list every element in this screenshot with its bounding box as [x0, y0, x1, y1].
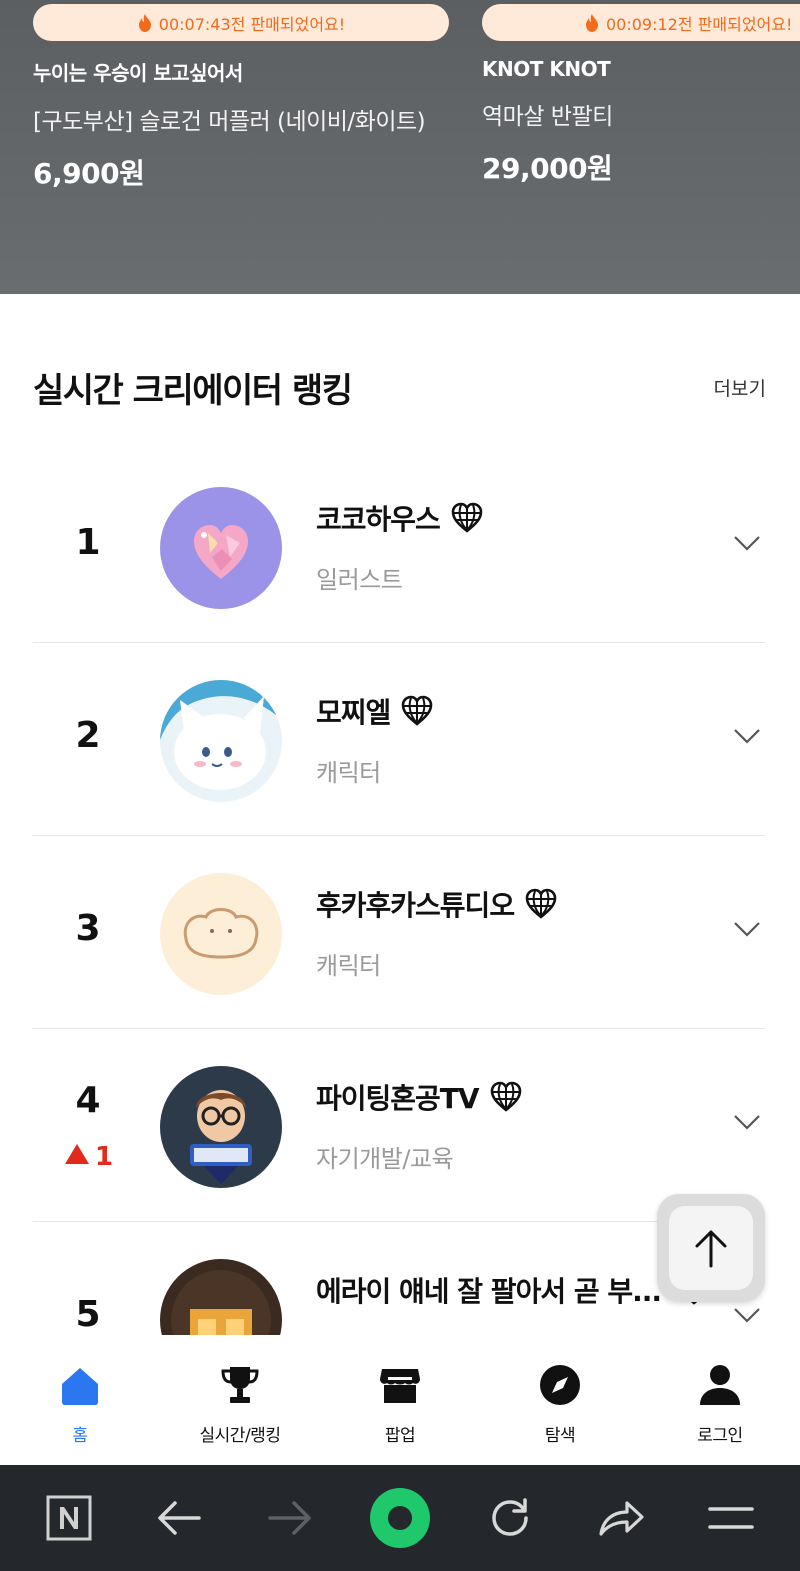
shop-name: KNOT KNOT [482, 57, 611, 81]
creator-ranking-list: 1 코코하우스 일러스트 2 모찌엘 캐릭터 3 후카후카스튜디오 캐릭터 4 … [33, 450, 765, 1335]
rank-up-icon [64, 1144, 89, 1164]
product-price: 6,900원 [33, 157, 145, 190]
tab-ranking[interactable]: 실시간/랭킹 [160, 1335, 320, 1465]
flame-icon [586, 13, 598, 32]
creator-category: 자기개발/교육 [316, 1145, 454, 1173]
naver-n-icon[interactable] [34, 1483, 104, 1553]
more-link[interactable]: 더보기 [714, 374, 766, 401]
rank-number: 4 [75, 1080, 101, 1121]
rank-number: 5 [75, 1294, 101, 1335]
rank-number: 1 [75, 522, 101, 563]
flame-icon [138, 13, 151, 32]
globe-heart-icon [451, 502, 483, 533]
creator-category: 캐릭터 [316, 952, 381, 980]
rank-number: 2 [75, 715, 101, 756]
creator-category: 일러스트 [316, 566, 403, 594]
tab-label: 실시간/랭킹 [199, 1426, 281, 1446]
avatar[interactable] [160, 680, 282, 802]
ranking-row[interactable]: 2 모찌엘 캐릭터 [33, 643, 765, 836]
creator-name: 코코하우스 [316, 503, 441, 536]
rank-change-badge: 1 [61, 1142, 117, 1172]
sold-time-badge: 00:09:12전 판매되었어요! [482, 4, 800, 41]
creator-name: 후카후카스튜디오 [316, 889, 515, 922]
product-card[interactable]: 00:07:43전 판매되었어요! 누이는 우승이 보고싶어서 [구도부산] 슬… [33, 4, 449, 192]
creator-name-wrap: 코코하우스 [316, 498, 484, 538]
tab-label: 홈 [72, 1426, 88, 1446]
back-icon[interactable] [144, 1483, 214, 1553]
globe-heart-icon [401, 695, 433, 726]
rank-change-value: 1 [94, 1142, 114, 1172]
arrow-up-icon [695, 1230, 727, 1268]
chevron-down-icon[interactable] [733, 1113, 761, 1131]
compass-icon [538, 1363, 582, 1407]
globe-heart-icon [525, 888, 557, 919]
creator-name-wrap: 에라이 얘네 잘 팔아서 곧 부... [316, 1270, 711, 1310]
avatar[interactable] [160, 1066, 282, 1188]
tab-explore[interactable]: 탐색 [480, 1335, 640, 1465]
creator-category: 캐릭터 [316, 759, 381, 787]
section-title: 실시간 크리에이터 랭킹 [33, 370, 353, 411]
avatar[interactable] [160, 1259, 282, 1335]
creator-name-wrap: 후카후카스튜디오 [316, 884, 558, 924]
green-dot-icon[interactable] [365, 1483, 435, 1553]
avatar[interactable] [160, 487, 282, 609]
product-price: 29,000원 [482, 152, 613, 185]
creator-name-wrap: 파이팅혼공TV [316, 1077, 523, 1117]
store-icon [378, 1363, 422, 1407]
trophy-icon [218, 1363, 262, 1407]
ranking-row[interactable]: 1 코코하우스 일러스트 [33, 450, 765, 643]
creator-name-wrap: 모찌엘 [316, 691, 434, 731]
product-card[interactable]: 00:09:12전 판매되었어요! KNOT KNOT 역마살 반팔티 29,0… [482, 4, 800, 187]
tab-home[interactable]: 홈 [0, 1335, 160, 1465]
scroll-to-top-inner [669, 1206, 753, 1290]
share-icon[interactable] [586, 1483, 656, 1553]
rank-number: 3 [75, 908, 101, 949]
tab-label: 탐색 [544, 1426, 576, 1446]
menu-icon[interactable] [696, 1483, 766, 1553]
product-name: 역마살 반팔티 [482, 104, 613, 130]
chevron-down-icon[interactable] [733, 920, 761, 938]
creator-name: 에라이 얘네 잘 팔아서 곧 부... [316, 1275, 662, 1308]
ranking-row[interactable]: 4 1 파이팅혼공TV 자기개발/교육 [33, 1029, 765, 1222]
forward-icon[interactable] [255, 1483, 325, 1553]
person-icon [698, 1363, 742, 1407]
refresh-icon[interactable] [475, 1483, 545, 1553]
chevron-down-icon[interactable] [733, 534, 761, 552]
sold-time-text: 00:07:43전 판매되었어요! [158, 14, 346, 34]
sold-time-badge: 00:07:43전 판매되었어요! [33, 4, 449, 41]
avatar[interactable] [160, 873, 282, 995]
chevron-down-icon[interactable] [733, 1306, 761, 1324]
globe-heart-icon [490, 1081, 521, 1112]
scroll-to-top-button[interactable] [657, 1194, 765, 1302]
ranking-header: 실시간 크리에이터 랭킹 더보기 [33, 362, 766, 412]
tab-login[interactable]: 로그인 [640, 1335, 800, 1465]
browser-toolbar [0, 1465, 800, 1571]
tab-label: 로그인 [697, 1426, 743, 1446]
ranking-row[interactable]: 3 후카후카스튜디오 캐릭터 [33, 836, 765, 1029]
shop-name: 누이는 우승이 보고싶어서 [33, 61, 243, 85]
ranking-row[interactable]: 5 에라이 얘네 잘 팔아서 곧 부... [33, 1222, 765, 1335]
tab-label: 팝업 [384, 1426, 416, 1446]
tab-popup[interactable]: 팝업 [320, 1335, 480, 1465]
creator-name: 파이팅혼공TV [316, 1082, 480, 1115]
home-icon [58, 1363, 102, 1407]
bottom-tab-bar: 홈 실시간/랭킹 팝업 탐색 로그인 [0, 1335, 800, 1465]
product-name: [구도부산] 슬로건 머플러 (네이비/화이트) [33, 109, 426, 135]
creator-name: 모찌엘 [316, 696, 391, 729]
chevron-down-icon[interactable] [733, 727, 761, 745]
sold-time-text: 00:09:12전 판매되었어요! [606, 14, 793, 34]
recently-sold-strip: 00:07:43전 판매되었어요! 누이는 우승이 보고싶어서 [구도부산] 슬… [0, 0, 800, 294]
